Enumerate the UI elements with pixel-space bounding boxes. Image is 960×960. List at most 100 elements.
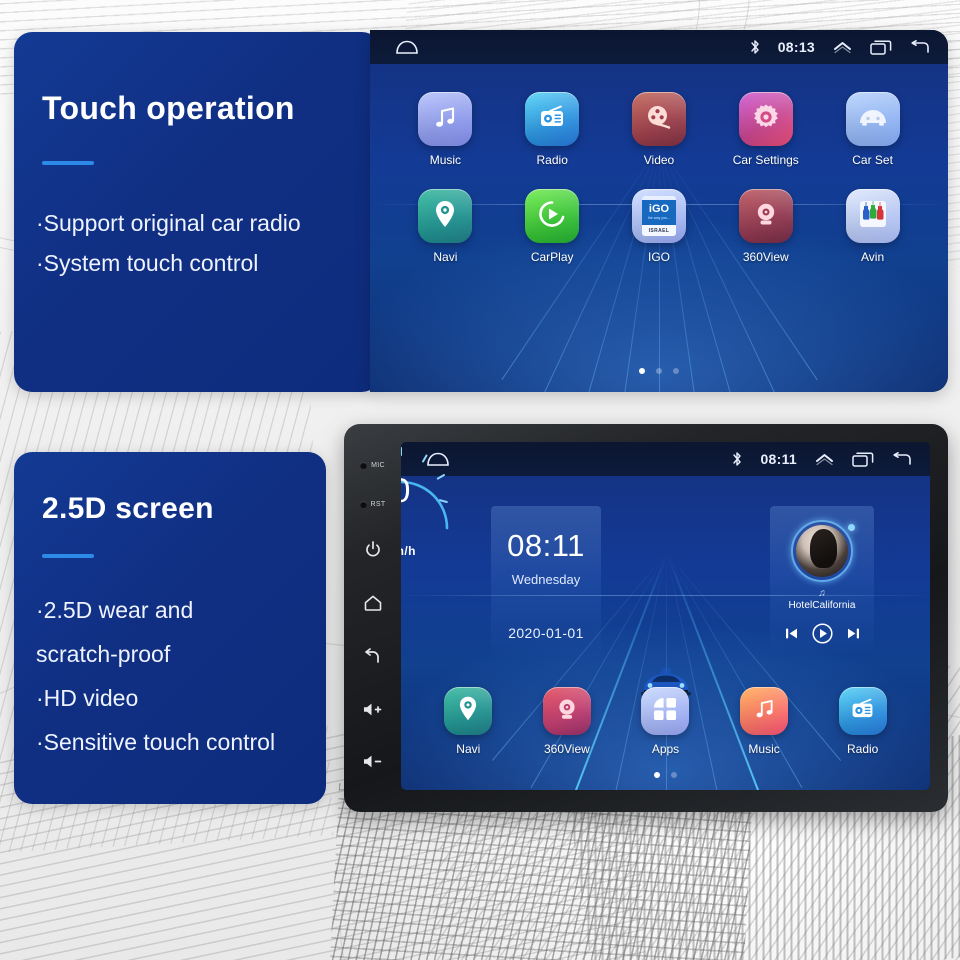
play-icon[interactable] [811, 623, 833, 649]
music-note-icon [431, 103, 459, 136]
reset-button[interactable]: RST [344, 485, 401, 524]
play-circle-icon [537, 199, 567, 234]
dock-app-grid: Navi 360View Apps Music Radio [401, 687, 930, 756]
page-dot[interactable] [656, 368, 662, 374]
grid-apps-icon [652, 696, 678, 727]
igo-region: ISRAEL [648, 227, 670, 234]
app-tile[interactable] [631, 92, 686, 146]
app-tile[interactable] [845, 189, 900, 243]
volume-down-button[interactable] [344, 738, 401, 790]
bluetooth-icon [750, 39, 760, 55]
app-label: Car Set [852, 153, 893, 167]
prev-track-icon[interactable] [785, 627, 798, 645]
back-arrow-icon[interactable] [910, 40, 930, 54]
home-icon [364, 595, 382, 616]
back-icon [364, 648, 381, 669]
igo-brand: iGO [648, 203, 670, 216]
side-button-label: RST [370, 501, 386, 509]
home-button[interactable] [344, 579, 401, 632]
app-label: Avin [861, 250, 885, 264]
panel-title: Touch operation [42, 90, 295, 126]
app-avin[interactable]: Avin [819, 189, 926, 264]
app-tile[interactable] [740, 687, 789, 735]
bullet-item: ·Support original car radio [36, 210, 301, 236]
recents-icon[interactable] [870, 40, 892, 55]
radio-icon [537, 104, 567, 135]
page-indicator[interactable] [370, 368, 948, 374]
power-icon [365, 540, 381, 563]
radio-icon [849, 697, 876, 726]
app-tile[interactable] [525, 189, 580, 243]
app-car-set[interactable]: Car Set [819, 92, 926, 167]
camera-360-icon [752, 200, 780, 233]
clock-widget[interactable]: 08:11 Wednesday 2020-01-01 [491, 506, 601, 656]
back-button[interactable] [344, 632, 401, 685]
chevron-up-icon[interactable] [815, 452, 834, 466]
app-radio[interactable]: Radio [813, 687, 912, 756]
album-art [796, 525, 848, 577]
recents-icon[interactable] [852, 452, 874, 467]
app-carplay[interactable]: CarPlay [499, 189, 606, 264]
led-dot [359, 501, 367, 509]
home-outline-icon[interactable] [396, 40, 418, 54]
app-tile[interactable] [738, 189, 793, 243]
media-player-widget[interactable]: ♫ HotelCalifornia [770, 506, 874, 652]
power-button[interactable] [344, 525, 401, 579]
film-reel-icon [644, 103, 674, 136]
page-dot[interactable] [671, 772, 677, 778]
app-tile[interactable] [418, 189, 473, 243]
page-dot[interactable] [654, 772, 660, 778]
gear-icon [751, 102, 781, 137]
status-time: 08:13 [777, 39, 815, 55]
head-unit-screen-top: 08:13 Music Radio Video Car Settings Car… [370, 30, 948, 392]
app-label: Car Settings [732, 153, 799, 167]
app-label: CarPlay [530, 250, 574, 264]
app-label: Music [429, 153, 462, 167]
speed-unit: km/h [401, 544, 416, 558]
feature-panel-touch-operation: Touch operation ·Support original car ra… [14, 32, 380, 392]
app-tile[interactable] [525, 92, 580, 146]
volume-down-icon [362, 754, 384, 774]
app-tile[interactable] [838, 687, 887, 735]
app-radio[interactable]: Radio [499, 92, 606, 167]
app-igo[interactable]: iGO the way you... ISRAEL IGO [606, 189, 713, 264]
app-tile[interactable] [418, 92, 473, 146]
app-tile[interactable] [738, 92, 793, 146]
app-label: Video [643, 153, 675, 167]
media-track-title: HotelCalifornia [788, 600, 856, 611]
camera-360-icon [554, 696, 580, 727]
app-360view[interactable]: 360View [712, 189, 819, 264]
app-tile[interactable]: iGO the way you... ISRAEL [631, 189, 686, 243]
android-home-screen: 08:13 Music Radio Video Car Settings Car… [370, 30, 948, 392]
device-side-buttons: MIC RST [344, 438, 401, 790]
app-car-settings[interactable]: Car Settings [712, 92, 819, 167]
app-label: IGO [647, 250, 670, 264]
app-tile[interactable] [641, 687, 690, 735]
next-track-icon[interactable] [847, 627, 860, 645]
status-bar: 08:13 [370, 30, 948, 64]
app-360view[interactable]: 360View [518, 687, 617, 756]
app-apps[interactable]: Apps [616, 687, 715, 756]
app-navi[interactable]: Navi [419, 687, 518, 756]
page-indicator[interactable] [401, 772, 930, 778]
app-tile[interactable] [542, 687, 591, 735]
app-tile[interactable] [444, 687, 493, 735]
device-display: 08:11 08:11 Wednesday 2020-01-01 /h ♫ Ho… [401, 442, 930, 790]
status-bar: 08:11 [401, 442, 930, 476]
app-music[interactable]: Music [715, 687, 814, 756]
app-music[interactable]: Music [392, 92, 499, 167]
chevron-up-icon[interactable] [833, 40, 852, 54]
volume-up-button[interactable] [344, 685, 401, 737]
app-label: Apps [651, 742, 680, 756]
media-transport-controls [770, 623, 874, 649]
igo-icon: iGO the way you... ISRAEL [641, 196, 676, 236]
page-dot[interactable] [673, 368, 679, 374]
app-video[interactable]: Video [606, 92, 713, 167]
app-tile[interactable] [845, 92, 900, 146]
bullet-item: scratch-proof [36, 641, 171, 667]
led-dot [360, 462, 368, 470]
app-grid: Music Radio Video Car Settings Car Set N… [370, 92, 948, 264]
page-dot[interactable] [639, 368, 645, 374]
app-navi[interactable]: Navi [392, 189, 499, 264]
back-arrow-icon[interactable] [892, 452, 912, 466]
